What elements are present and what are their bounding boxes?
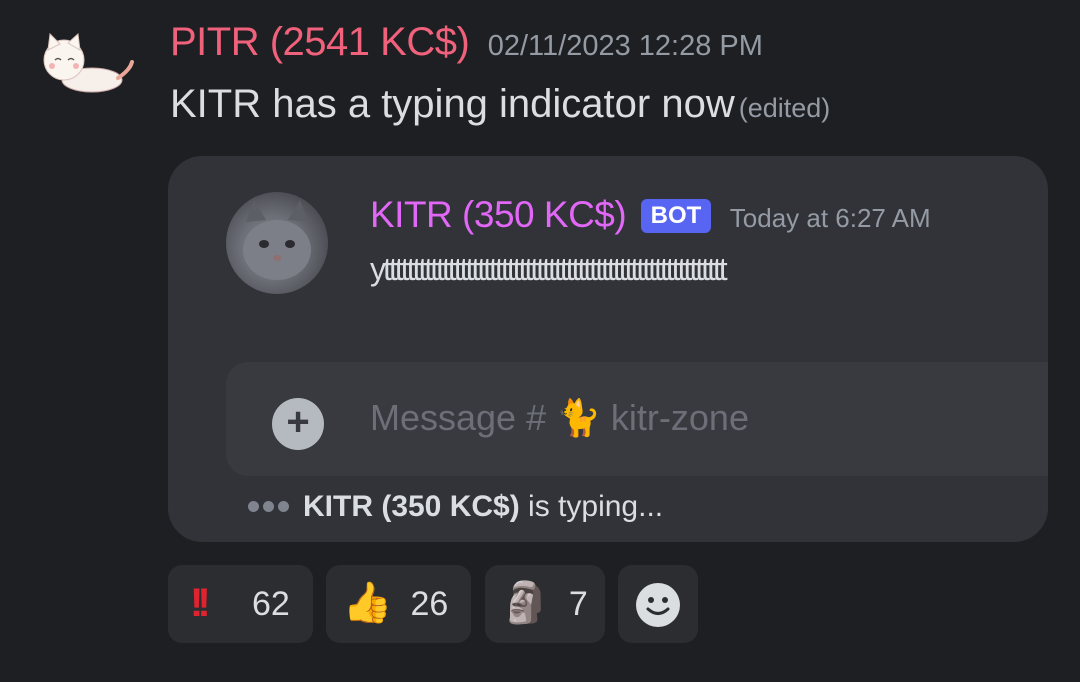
message-header: PITR (2541 KC$) 02/11/2023 12:28 PM [170, 20, 763, 65]
reaction-bar: !! 62 👍 26 🗿 7 [168, 565, 707, 643]
bot-badge: BOT [640, 199, 712, 233]
reaction-thumbs-up[interactable]: 👍 26 [326, 565, 472, 643]
typing-indicator: KITR (350 KC$) is typing... [248, 486, 663, 524]
bot-name: KITR (350 KC$) [370, 194, 627, 235]
moai-icon: 🗿 [500, 581, 551, 625]
plus-icon: + [272, 398, 324, 450]
message-timestamp: 02/11/2023 12:28 PM [487, 30, 763, 62]
bot-timestamp: Today at 6:27 AM [729, 203, 931, 233]
add-reaction-button[interactable] [618, 565, 699, 643]
bot-avatar [226, 192, 328, 294]
bot-header: KITR (350 KC$) BOT Today at 6:27 AM [370, 194, 931, 236]
reaction-count: 7 [568, 585, 588, 623]
edited-label: (edited) [738, 93, 831, 123]
composer-placeholder: Message # 🐈 kitr-zone [370, 397, 749, 438]
user-avatar[interactable] [38, 30, 134, 96]
reaction-moai[interactable]: 🗿 7 [484, 565, 605, 643]
add-reaction-icon [636, 583, 681, 627]
message-composer: + Message # 🐈 kitr-zone [226, 362, 1048, 476]
message-text: KITR has a typing indicator now [170, 82, 735, 126]
reaction-double-exclamation[interactable]: !! 62 [168, 565, 313, 643]
screenshot-embed[interactable]: KITR (350 KC$) BOT Today at 6:27 AM yttt… [168, 156, 1048, 542]
typing-suffix: is typing... [519, 490, 664, 523]
typing-dots-icon [248, 486, 293, 520]
message-content: KITR has a typing indicator now (edited) [170, 82, 830, 127]
double-exclamation-icon: !! [190, 581, 210, 625]
typing-user: KITR (350 KC$) [303, 490, 520, 523]
reaction-count: 62 [252, 585, 290, 623]
thumbs-up-icon: 👍 [342, 581, 393, 625]
author-name[interactable]: PITR (2541 KC$) [170, 20, 470, 64]
bot-message-text: yttttttttttttttttttttttttttttttttttttttt… [370, 251, 728, 287]
embed-content: KITR (350 KC$) BOT Today at 6:27 AM yttt… [168, 156, 1048, 542]
reaction-count: 26 [410, 585, 449, 623]
